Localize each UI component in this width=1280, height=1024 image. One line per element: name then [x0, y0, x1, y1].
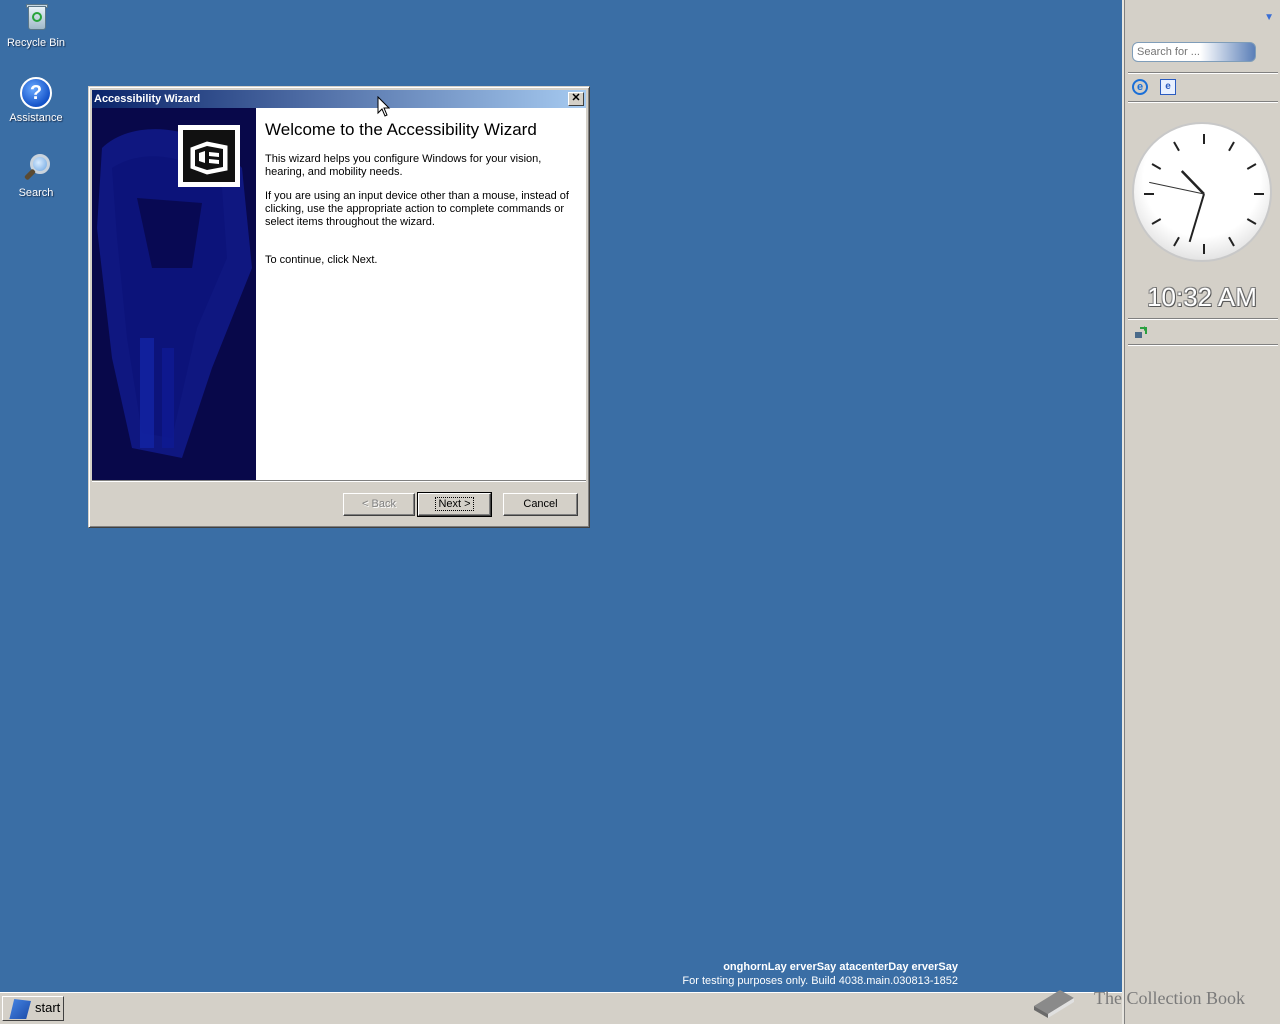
clock-tick [1151, 218, 1162, 225]
desktop-icon-recycle-bin[interactable]: Recycle Bin [0, 2, 72, 49]
wizard-heading: Welcome to the Accessibility Wizard [265, 120, 537, 139]
taskbar: start [0, 992, 1122, 1024]
clock-tick [1228, 141, 1235, 152]
build-watermark: onghornLay erverSay atacenterDay erverSa… [682, 960, 958, 988]
wizard-paragraph: If you are using an input device other t… [265, 190, 569, 228]
wizard-side-banner [92, 108, 256, 480]
clock-tick [1246, 163, 1257, 170]
sidebar-search-input[interactable] [1132, 42, 1256, 62]
collection-book-brand: The Collection Book [1030, 980, 1280, 1020]
cancel-button[interactable]: Cancel [503, 493, 578, 516]
close-icon: ✕ [571, 92, 581, 104]
hour-hand [1180, 170, 1205, 195]
sidebar-divider [1128, 101, 1278, 103]
cancel-button-label: Cancel [523, 498, 558, 510]
start-button-label: start [35, 1000, 61, 1015]
wizard-paragraph: To continue, click Next. [265, 254, 378, 266]
next-button-label: Next > [435, 497, 474, 511]
clock-tick [1246, 218, 1257, 225]
next-button[interactable]: Next > [417, 492, 492, 517]
brand-text: The Collection Book [1094, 988, 1245, 1008]
desktop-icon-assistance[interactable]: ? Assistance [0, 77, 72, 124]
desktop-icon-label: Recycle Bin [6, 37, 66, 49]
wizard-content: Welcome to the Accessibility Wizard This… [265, 121, 575, 278]
chevron-down-icon[interactable]: ▼ [1264, 12, 1274, 23]
desktop-icon-label: Assistance [9, 112, 63, 124]
clock-tick [1151, 163, 1162, 170]
desktop-icon-search[interactable]: Search [0, 152, 72, 199]
dialog-titlebar[interactable]: Accessibility Wizard ✕ [92, 90, 586, 108]
network-icon[interactable] [1134, 326, 1148, 340]
watermark-title: onghornLay erverSay atacenterDay erverSa… [723, 961, 958, 973]
analog-clock [1132, 122, 1272, 262]
start-button[interactable]: start [2, 996, 64, 1021]
back-button[interactable]: < Back [343, 493, 415, 516]
clock-tick [1173, 141, 1180, 152]
windows-logo-icon [9, 999, 31, 1019]
sidebar: ▼ e e 10:32 AM [1122, 0, 1280, 1024]
sidebar-divider [1128, 72, 1278, 74]
dialog-title: Accessibility Wizard [94, 93, 201, 105]
back-button-label: < Back [362, 498, 396, 510]
watermark-build: For testing purposes only. Build 4038.ma… [682, 975, 958, 987]
recycle-bin-icon [20, 2, 52, 34]
accessibility-logo-icon [178, 125, 240, 187]
sidebar-divider [1128, 344, 1278, 346]
document-icon[interactable]: e [1160, 79, 1176, 95]
digital-clock-time: 10:32 AM [1147, 282, 1257, 312]
accessibility-wizard-dialog: Accessibility Wizard ✕ Welcome to the Ac… [88, 86, 590, 528]
sidebar-divider [1128, 318, 1278, 320]
minute-hand [1188, 193, 1205, 243]
internet-explorer-icon[interactable]: e [1132, 79, 1148, 95]
close-button[interactable]: ✕ [568, 92, 584, 106]
help-icon: ? [20, 77, 52, 109]
wizard-body: Welcome to the Accessibility Wizard This… [92, 108, 586, 480]
search-icon [20, 152, 52, 184]
clock-tick [1173, 236, 1180, 247]
mouse-cursor-icon [377, 96, 391, 117]
dialog-separator [92, 480, 586, 482]
clock-tick [1228, 236, 1235, 247]
clock-dial [1144, 134, 1264, 254]
wizard-paragraph: This wizard helps you configure Windows … [265, 153, 542, 178]
book-icon [1030, 984, 1078, 1018]
desktop-icon-label: Search [18, 187, 54, 199]
